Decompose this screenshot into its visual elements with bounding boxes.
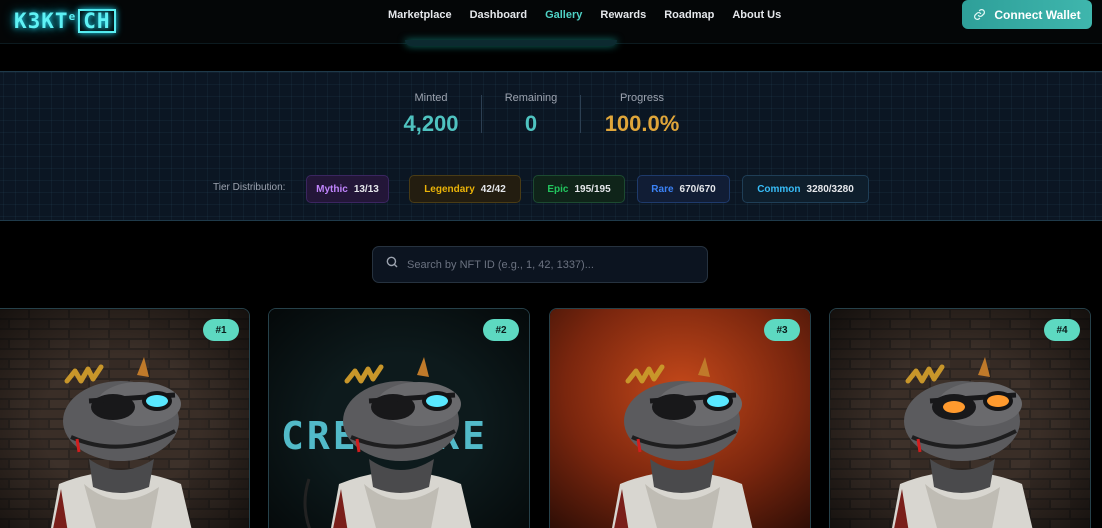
stat-progress-label: Progress	[619, 92, 665, 104]
tier-distribution-label: Tier Distribution:	[213, 182, 286, 193]
tier-name: Common	[757, 183, 801, 195]
nft-image	[830, 309, 1090, 528]
nav-marketplace[interactable]: Marketplace	[388, 8, 452, 22]
nav-gallery[interactable]: Gallery	[545, 8, 582, 22]
nft-search-box[interactable]	[372, 246, 708, 283]
main-nav: Marketplace Dashboard Gallery Rewards Ro…	[388, 8, 781, 22]
stat-minted-value: 4,200	[403, 111, 459, 136]
stat-remaining-value: 0	[524, 111, 538, 136]
search-input[interactable]	[407, 258, 697, 271]
stat-remaining: Remaining 0	[496, 92, 566, 136]
stat-progress-value: 100.0%	[604, 111, 680, 136]
stat-progress: Progress 100.0%	[599, 92, 685, 136]
connect-wallet-button[interactable]: Connect Wallet	[962, 0, 1092, 29]
tier-name: Epic	[547, 183, 569, 195]
nft-card-1[interactable]: #1	[0, 308, 250, 528]
tier-badge-mythic: Mythic 13/13	[306, 175, 389, 203]
nft-image: CREATURE	[269, 309, 529, 528]
tier-badge-legendary: Legendary 42/42	[409, 175, 521, 203]
tier-badge-rare: Rare 670/670	[637, 175, 730, 203]
tier-count: 670/670	[679, 183, 716, 195]
mint-stats-panel: Minted 4,200 Remaining 0 Progress 100.0%…	[0, 71, 1102, 221]
nav-about-us[interactable]: About Us	[732, 8, 781, 22]
tier-count: 13/13	[353, 183, 379, 195]
tier-name: Legendary	[424, 183, 475, 195]
nav-roadmap[interactable]: Roadmap	[664, 8, 714, 22]
tier-name: Rare	[651, 183, 674, 195]
tier-badge-epic: Epic 195/195	[533, 175, 625, 203]
nft-card-4[interactable]: #4	[829, 308, 1091, 528]
stat-minted: Minted 4,200	[391, 92, 471, 136]
stat-remaining-label: Remaining	[504, 92, 558, 104]
stat-divider	[580, 95, 581, 133]
search-icon	[385, 255, 399, 274]
stat-minted-label: Minted	[414, 92, 448, 104]
tier-badge-common: Common 3280/3280	[742, 175, 869, 203]
tier-count: 195/195	[574, 183, 611, 195]
top-header: K3KTe CH Marketplace Dashboard Gallery Re…	[0, 0, 1102, 44]
nft-card-2[interactable]: CREATURE #2	[268, 308, 530, 528]
header-glow-tab	[405, 40, 617, 46]
nft-card-3[interactable]: #3	[549, 308, 811, 528]
brand-logo[interactable]: K3KTe CH	[14, 6, 148, 36]
tier-name: Mythic	[316, 183, 348, 195]
nav-dashboard[interactable]: Dashboard	[470, 8, 527, 22]
nft-id-badge: #3	[764, 319, 800, 341]
stat-divider	[481, 95, 482, 133]
link-icon	[973, 8, 986, 21]
nft-id-badge: #2	[483, 319, 519, 341]
connect-wallet-label: Connect Wallet	[994, 7, 1081, 22]
tier-count: 42/42	[480, 183, 506, 195]
nft-image	[0, 309, 249, 528]
nav-rewards[interactable]: Rewards	[600, 8, 646, 22]
tier-count: 3280/3280	[806, 183, 854, 195]
logo-text: K3KTe CH	[14, 9, 116, 33]
nft-id-badge: #1	[203, 319, 239, 341]
nft-image	[550, 309, 810, 528]
nft-id-badge: #4	[1044, 319, 1080, 341]
